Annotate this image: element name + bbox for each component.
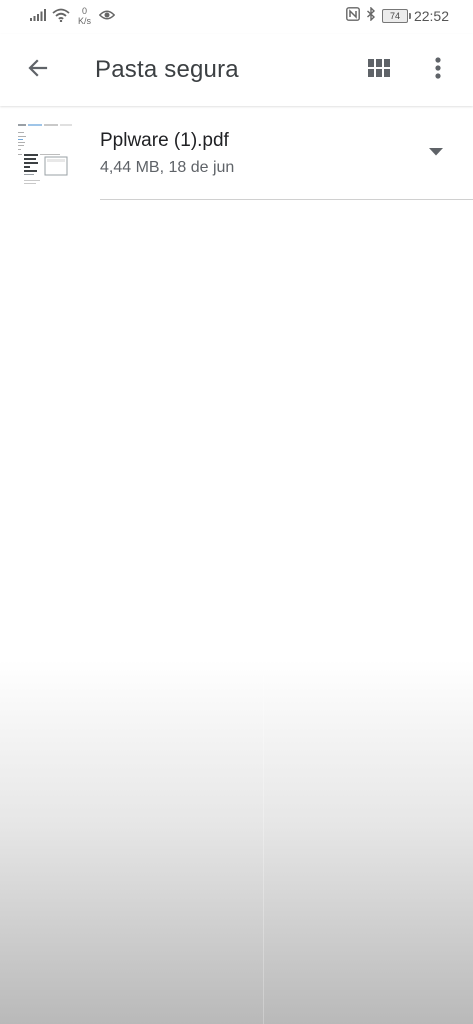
- net-speed-value: 0: [82, 6, 88, 16]
- nfc-icon: [346, 7, 360, 24]
- app-bar: Pasta segura: [0, 34, 473, 106]
- page-title: Pasta segura: [95, 56, 239, 83]
- back-arrow-icon: [26, 56, 50, 85]
- back-button[interactable]: [16, 48, 60, 92]
- status-bar-right: 74 22:52: [346, 6, 449, 24]
- grid-view-button[interactable]: [357, 48, 401, 92]
- battery-level: 74: [389, 10, 400, 21]
- signal-icon: [30, 8, 46, 24]
- net-speed-unit: K/s: [78, 16, 92, 26]
- grid-view-icon: [368, 58, 390, 82]
- pdf-thumbnail: [16, 122, 76, 190]
- file-meta: 4,44 MB, 18 de jun: [100, 159, 235, 176]
- eye-icon: [98, 9, 116, 24]
- file-name: Pplware (1).pdf: [100, 130, 229, 151]
- clock: 22:52: [413, 7, 449, 24]
- more-vert-icon: [435, 56, 441, 84]
- net-speed: 0 K/s: [78, 6, 91, 26]
- file-list-item[interactable]: Pplware (1).pdf 4,44 MB, 18 de jun: [0, 112, 473, 200]
- file-expand-button[interactable]: [416, 132, 456, 172]
- divider: [100, 199, 473, 200]
- bottom-shade: [0, 660, 473, 1024]
- more-options-button[interactable]: [416, 48, 460, 92]
- status-bar-left: 0 K/s: [30, 6, 116, 26]
- status-bar: 0 K/s 74 22:52: [0, 0, 473, 34]
- bluetooth-icon: [366, 6, 376, 24]
- wifi-icon: [52, 8, 70, 25]
- battery-icon: 74: [381, 8, 411, 23]
- dropdown-arrow-icon: [429, 143, 443, 161]
